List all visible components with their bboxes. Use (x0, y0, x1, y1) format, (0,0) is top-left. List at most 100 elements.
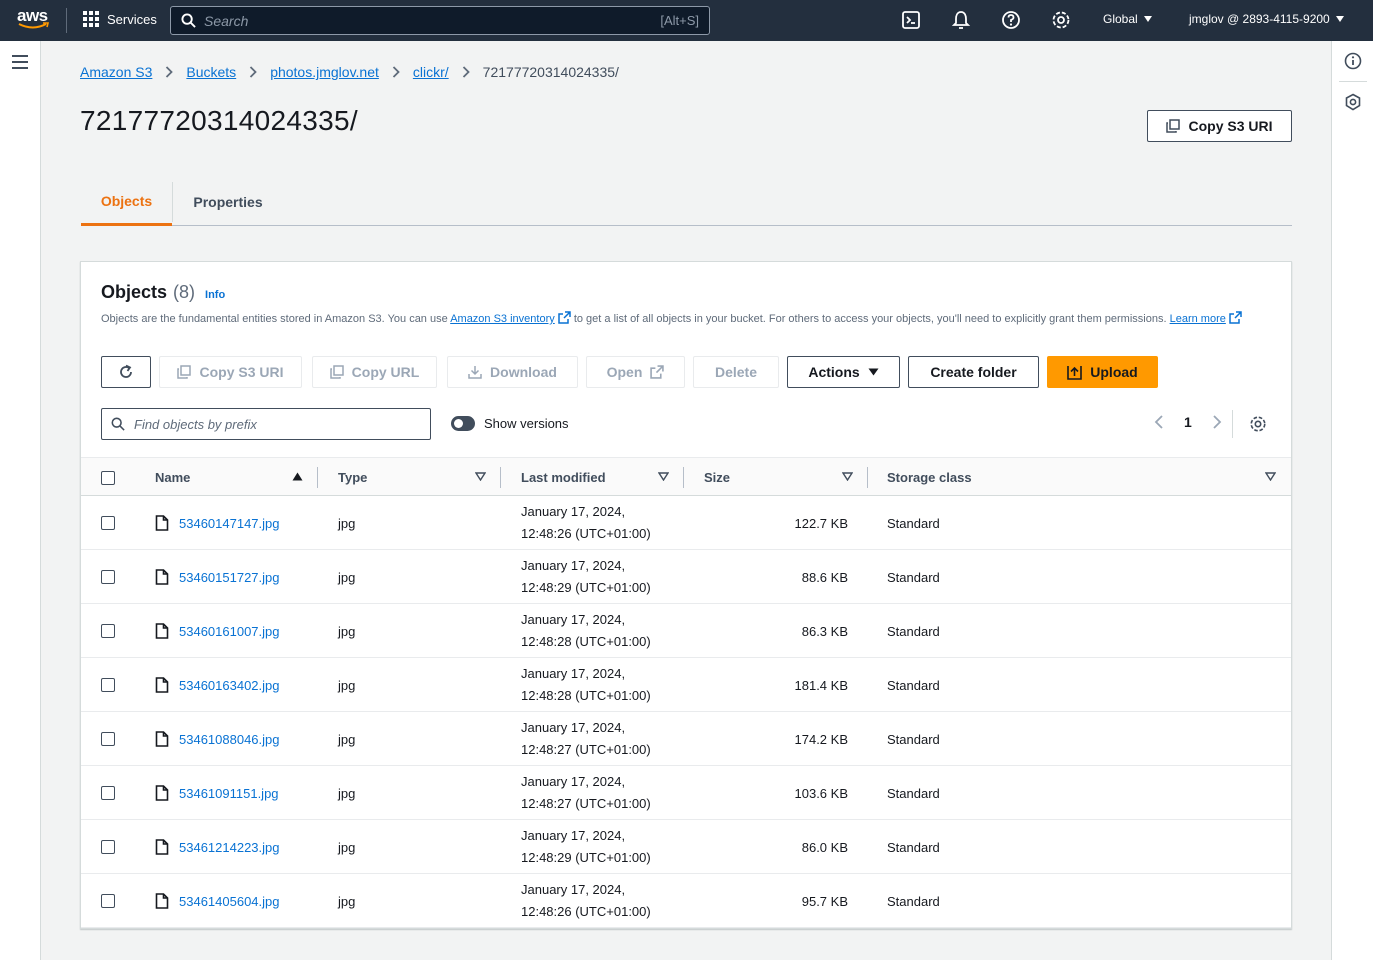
column-header-size[interactable]: Size (704, 458, 730, 497)
column-divider[interactable] (683, 467, 684, 488)
sort-caret-down-icon[interactable] (842, 472, 853, 481)
table-row[interactable]: 53460151727.jpg jpg January 17, 2024, 12… (81, 550, 1291, 604)
refresh-icon (120, 364, 132, 378)
find-objects-input[interactable]: Find objects by prefix (101, 408, 431, 440)
modified-time: 12:48:29 (UTC+01:00) (521, 850, 651, 865)
object-storage-class: Standard (887, 893, 940, 909)
sort-caret-down-icon[interactable] (475, 472, 486, 481)
help-icon[interactable] (1001, 10, 1021, 30)
row-select-cell (101, 570, 115, 584)
table-row[interactable]: 53460163402.jpg jpg January 17, 2024, 12… (81, 658, 1291, 712)
related-resources-icon[interactable] (1344, 93, 1362, 111)
table-row[interactable]: 53461088046.jpg jpg January 17, 2024, 12… (81, 712, 1291, 766)
create-folder-label: Create folder (930, 364, 1017, 380)
table-row[interactable]: 53461405604.jpg jpg January 17, 2024, 12… (81, 874, 1291, 928)
breadcrumb-folder[interactable]: clickr/ (413, 64, 449, 80)
row-checkbox[interactable] (101, 894, 115, 908)
pager-divider (1232, 410, 1233, 438)
column-divider[interactable] (867, 467, 868, 488)
column-header-name[interactable]: Name (155, 458, 190, 497)
table-row[interactable]: 53460147147.jpg jpg January 17, 2024, 12… (81, 496, 1291, 550)
object-type: jpg (338, 839, 356, 855)
settings-gear-icon[interactable] (1051, 10, 1071, 30)
copy-url-button[interactable]: Copy URL (312, 356, 437, 388)
modified-date: January 17, 2024, (521, 612, 626, 627)
region-selector[interactable]: Global (1103, 12, 1152, 26)
learn-more-link[interactable]: Learn more (1170, 313, 1226, 325)
search-icon (181, 13, 196, 28)
column-divider[interactable] (317, 467, 318, 488)
notifications-bell-icon[interactable] (951, 10, 971, 30)
s3-inventory-link[interactable]: Amazon S3 inventory (450, 313, 555, 325)
table-row[interactable]: 53461091151.jpg jpg January 17, 2024, 12… (81, 766, 1291, 820)
sort-ascending-icon[interactable] (292, 472, 303, 481)
modified-time: 12:48:27 (UTC+01:00) (521, 796, 651, 811)
sort-caret-down-icon[interactable] (1265, 472, 1276, 481)
object-name-link[interactable]: 53461088046.jpg (155, 712, 280, 766)
column-header-type[interactable]: Type (338, 458, 367, 497)
object-storage-class: Standard (887, 677, 940, 693)
objects-panel: Objects (8) Info Objects are the fundame… (80, 261, 1292, 929)
object-name-link[interactable]: 53461091151.jpg (155, 766, 279, 820)
copy-s3-uri-toolbar-button[interactable]: Copy S3 URI (159, 356, 302, 388)
table-preferences-gear-icon[interactable] (1249, 415, 1267, 433)
row-checkbox[interactable] (101, 516, 115, 530)
select-all-checkbox[interactable] (101, 470, 115, 485)
actions-dropdown-button[interactable]: Actions (787, 356, 900, 388)
refresh-button[interactable] (101, 356, 151, 388)
column-divider[interactable] (500, 467, 501, 488)
object-storage-class: Standard (887, 785, 940, 801)
cloudshell-icon[interactable] (901, 10, 921, 30)
column-header-storage-class[interactable]: Storage class (887, 458, 972, 497)
file-icon (155, 731, 169, 747)
open-button[interactable]: Open (586, 356, 685, 388)
tab-objects[interactable]: Objects (81, 178, 172, 226)
row-checkbox[interactable] (101, 840, 115, 854)
toggle-switch[interactable] (451, 416, 475, 431)
upload-icon (1067, 365, 1083, 380)
row-checkbox[interactable] (101, 732, 115, 746)
rail-divider (1339, 81, 1367, 82)
upload-button[interactable]: Upload (1047, 356, 1158, 388)
services-menu-button[interactable]: Services (83, 11, 157, 27)
sort-caret-down-icon[interactable] (658, 472, 669, 481)
object-name-link[interactable]: 53461214223.jpg (155, 820, 280, 874)
object-type: jpg (338, 623, 356, 639)
create-folder-button[interactable]: Create folder (908, 356, 1039, 388)
row-checkbox[interactable] (101, 678, 115, 692)
global-search-input[interactable]: Search [Alt+S] (170, 6, 710, 35)
object-last-modified: January 17, 2024, 12:48:26 (UTC+01:00) (521, 501, 651, 545)
copy-s3-uri-button[interactable]: Copy S3 URI (1147, 110, 1292, 142)
aws-logo[interactable]: aws (17, 7, 51, 33)
delete-button[interactable]: Delete (693, 356, 779, 388)
tab-properties[interactable]: Properties (173, 178, 283, 226)
region-label: Global (1103, 12, 1138, 26)
modified-date: January 17, 2024, (521, 720, 626, 735)
chevron-right-icon (392, 66, 400, 78)
chevron-right-icon[interactable] (1212, 414, 1222, 430)
table-row[interactable]: 53460161007.jpg jpg January 17, 2024, 12… (81, 604, 1291, 658)
chevron-left-icon[interactable] (1154, 414, 1164, 430)
object-name-link[interactable]: 53460151727.jpg (155, 550, 280, 604)
show-versions-toggle[interactable]: Show versions (451, 416, 569, 431)
row-checkbox[interactable] (101, 624, 115, 638)
info-link[interactable]: Info (205, 289, 225, 301)
breadcrumb-buckets[interactable]: Buckets (186, 64, 236, 80)
object-name-link[interactable]: 53460163402.jpg (155, 658, 280, 712)
page-number[interactable]: 1 (1184, 414, 1192, 430)
object-name-link[interactable]: 53461405604.jpg (155, 874, 280, 928)
row-checkbox[interactable] (101, 570, 115, 584)
column-header-last-modified[interactable]: Last modified (521, 458, 606, 497)
object-name-link[interactable]: 53460147147.jpg (155, 496, 280, 550)
breadcrumb-bucket[interactable]: photos.jmglov.net (270, 64, 379, 80)
account-menu[interactable]: jmglov @ 2893-4115-9200 (1189, 12, 1344, 26)
hamburger-menu-icon[interactable] (12, 55, 28, 73)
info-panel-icon[interactable] (1344, 52, 1362, 70)
download-button[interactable]: Download (447, 356, 578, 388)
table-row[interactable]: 53461214223.jpg jpg January 17, 2024, 12… (81, 820, 1291, 874)
object-storage-class: Standard (887, 623, 940, 639)
object-last-modified: January 17, 2024, 12:48:28 (UTC+01:00) (521, 663, 651, 707)
row-checkbox[interactable] (101, 786, 115, 800)
breadcrumb-amazon-s3[interactable]: Amazon S3 (80, 64, 152, 80)
object-name-link[interactable]: 53460161007.jpg (155, 604, 280, 658)
